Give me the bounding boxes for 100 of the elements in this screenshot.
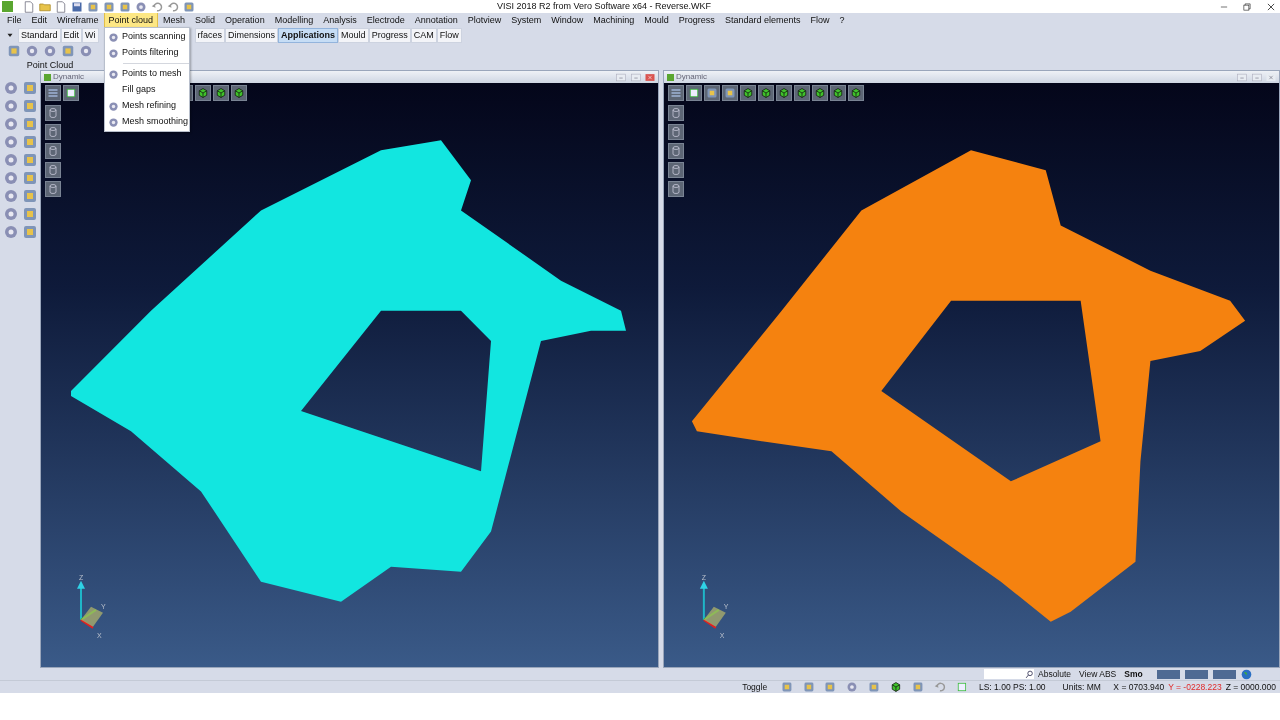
view-tool-button[interactable] (704, 85, 720, 101)
gear-icon[interactable] (3, 98, 19, 114)
view-tool-button[interactable] (668, 105, 684, 121)
ribbon-tab[interactable]: Wi (82, 27, 99, 43)
menu-item[interactable]: Mesh smoothing (105, 114, 189, 130)
tool-icon[interactable] (780, 681, 793, 693)
status-text[interactable]: View ABS (1075, 667, 1121, 681)
ribbon-tab[interactable]: Dimensions (225, 27, 279, 43)
menu-item[interactable]: Wireframe (52, 12, 104, 28)
globe-icon[interactable] (1240, 668, 1252, 680)
ribbon-tab[interactable]: rfaces (194, 27, 226, 43)
menu-item[interactable]: System (506, 12, 547, 28)
gear-icon[interactable] (3, 116, 19, 132)
status-text[interactable]: Absolute (1034, 667, 1076, 681)
view-tool-button[interactable] (668, 85, 684, 101)
view-tool-button[interactable] (668, 124, 684, 140)
view-tool-button[interactable] (45, 162, 61, 178)
tool-icon[interactable] (868, 681, 881, 693)
menu-item[interactable]: Points to mesh (105, 66, 189, 82)
restore-icon[interactable] (1242, 1, 1252, 12)
view-tool-button[interactable] (668, 181, 684, 197)
cube-view-button[interactable] (231, 85, 247, 101)
tool-icon[interactable] (22, 80, 38, 96)
ribbon-tab[interactable]: Edit (60, 27, 83, 43)
menu-item[interactable]: Machining (588, 12, 640, 28)
cube-view-button[interactable] (830, 85, 846, 101)
tool-icon[interactable] (22, 188, 38, 204)
menu-item[interactable]: Edit (26, 12, 53, 28)
save-icon[interactable] (71, 0, 83, 13)
tool-icon[interactable] (22, 224, 38, 240)
tool-icon[interactable] (119, 0, 131, 13)
folder-icon[interactable] (39, 0, 51, 13)
view-tool-button[interactable] (63, 85, 79, 101)
view-tool-button[interactable] (45, 85, 61, 101)
view-tool-button[interactable] (686, 85, 702, 101)
ribbon-tab[interactable]: CAM (410, 27, 437, 43)
cube-view-button[interactable] (776, 85, 792, 101)
gear-icon[interactable] (3, 152, 19, 168)
menu-item[interactable]: Progress (673, 12, 720, 28)
cube-view-button[interactable] (794, 85, 810, 101)
tool-icon[interactable] (183, 0, 195, 13)
tool-icon[interactable] (22, 152, 38, 168)
tool-icon[interactable] (87, 0, 99, 13)
menu-item[interactable]: ? (834, 12, 850, 28)
menu-item[interactable]: Fill gaps (105, 82, 189, 98)
gear-icon[interactable] (3, 224, 19, 240)
gear-icon[interactable] (25, 44, 39, 58)
menu-item[interactable]: Mesh refining (105, 98, 189, 114)
menu-item[interactable]: Mesh (158, 12, 191, 28)
tool-icon[interactable] (912, 681, 924, 693)
cube-view-button[interactable] (758, 85, 774, 101)
tool-icon[interactable] (103, 0, 115, 13)
document-icon[interactable] (55, 0, 67, 13)
gear-icon[interactable] (3, 188, 19, 204)
cube-view-button[interactable] (740, 85, 756, 101)
gear-icon[interactable] (846, 681, 859, 693)
menu-item[interactable]: Operation (220, 12, 270, 28)
ribbon-tab[interactable]: Standard (18, 27, 61, 43)
menu-item[interactable]: Points filtering (105, 45, 189, 61)
view-tool-button[interactable] (668, 143, 684, 159)
menu-item[interactable]: Points scanning (105, 29, 189, 45)
tool-icon[interactable] (22, 116, 38, 132)
view-tool-button[interactable] (45, 143, 61, 159)
cube-view-button[interactable] (195, 85, 211, 101)
cube-view-button[interactable] (848, 85, 864, 101)
menu-item[interactable]: Analysis (318, 12, 362, 28)
ribbon-tab[interactable]: Applications (278, 27, 339, 43)
menu-item[interactable]: Annotation (409, 12, 463, 28)
gear-icon[interactable] (3, 80, 19, 96)
tool-icon[interactable] (22, 206, 38, 222)
tool-icon[interactable] (824, 681, 837, 693)
refresh-icon[interactable] (933, 681, 946, 693)
cube-view-button[interactable] (812, 85, 828, 101)
menu-item[interactable]: Mould (639, 12, 674, 28)
undo-icon[interactable] (151, 0, 163, 13)
menu-item[interactable]: Window (546, 12, 589, 28)
document-icon[interactable] (23, 0, 35, 13)
menu-item[interactable]: Solid (190, 12, 221, 28)
minimize-icon[interactable] (1236, 72, 1249, 82)
gear-icon[interactable] (43, 44, 57, 58)
menu-item[interactable]: File (2, 12, 27, 28)
tool-icon[interactable] (22, 98, 38, 114)
cube-icon[interactable] (890, 681, 903, 693)
ribbon-tab[interactable]: Flow (436, 27, 462, 43)
ribbon-tab[interactable]: Progress (368, 27, 411, 43)
close-icon[interactable] (1265, 1, 1276, 12)
gear-icon[interactable] (135, 0, 147, 13)
gear-icon[interactable] (79, 44, 93, 58)
minimize-icon[interactable] (615, 72, 628, 82)
gear-icon[interactable] (3, 134, 19, 150)
view-tool-button[interactable] (45, 181, 61, 197)
tool-icon[interactable] (802, 681, 815, 693)
view-tool-button[interactable] (668, 162, 684, 178)
tool-icon[interactable] (22, 134, 38, 150)
menu-item[interactable]: Plotview (462, 12, 507, 28)
view-tool-button[interactable] (722, 85, 738, 101)
search-field[interactable] (984, 669, 1034, 679)
status-text[interactable]: Smo (1120, 667, 1147, 681)
cube-view-button[interactable] (213, 85, 229, 101)
tool-icon[interactable] (22, 170, 38, 186)
